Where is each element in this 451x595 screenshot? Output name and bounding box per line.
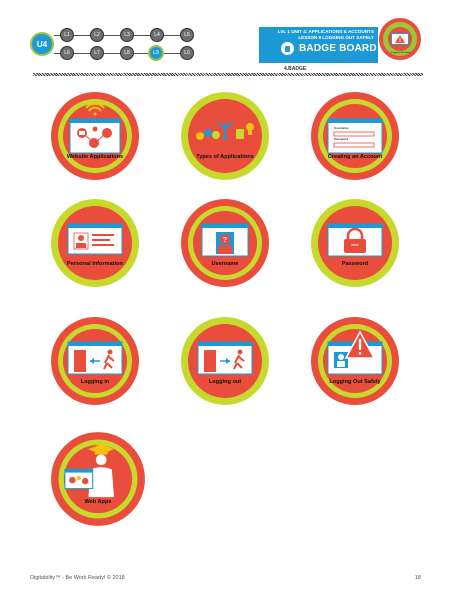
header-divider [33, 73, 423, 76]
badge-label: Password [341, 261, 369, 267]
badge-label: Types of Applications [196, 154, 254, 160]
badge-creating-an-account[interactable]: Username Password Creating an Account [310, 91, 400, 181]
badge-label: Logging in [80, 379, 110, 385]
unit-badge[interactable]: U4 [30, 32, 54, 56]
badge-personal-information[interactable]: Personal Information [50, 198, 140, 288]
badge-logging-out-safely[interactable]: Logging Out Safely [310, 316, 400, 406]
document-icon [281, 42, 294, 55]
username-icon: ? [181, 199, 269, 287]
badge-label: Personal Information [67, 261, 123, 267]
badge-types-of-applications[interactable]: Types of Applications [180, 91, 270, 181]
lesson-l5[interactable]: L5 [180, 28, 194, 42]
svg-text:?: ? [223, 237, 227, 244]
logging-in-icon [51, 317, 139, 405]
logging-out-safely-icon [311, 317, 399, 405]
lesson-l8[interactable]: L8 [120, 46, 134, 60]
badge-label: Logging Out Safely [329, 379, 381, 385]
personal-information-icon [51, 199, 139, 287]
badge-web-apps[interactable]: Web Apps [50, 431, 146, 527]
password-field-label: Password [334, 137, 349, 141]
lesson-l6[interactable]: L6 [60, 46, 74, 60]
lesson-l7[interactable]: L7 [90, 46, 104, 60]
badge-label: Website Applications [66, 154, 124, 160]
lesson-l2[interactable]: L2 [90, 28, 104, 42]
lesson-l0[interactable]: L0 [180, 46, 194, 60]
badge-password[interactable]: **** Password [310, 198, 400, 288]
badge-label: Web Apps [84, 499, 112, 505]
logging-out-icon [181, 317, 269, 405]
page-number: 18 [414, 575, 421, 581]
lesson-l3[interactable]: L3 [120, 28, 134, 42]
username-field-label: Username [334, 126, 349, 130]
creating-account-icon [311, 92, 399, 180]
footer-copyright: Digitability™ - Be Work Ready! © 2018 [30, 575, 125, 581]
board-title: BADGE BOARD [299, 43, 377, 54]
badge-logging-in[interactable]: Logging in [50, 316, 140, 406]
lesson-l4[interactable]: L4 [150, 28, 164, 42]
types-of-applications-icon [181, 92, 269, 180]
badge-label: Creating an Account [327, 154, 383, 160]
badge-label: Username [211, 261, 239, 267]
badge-username[interactable]: ? Username [180, 198, 270, 288]
badge-website-applications[interactable]: Website Applications [50, 91, 140, 181]
lesson-l9-current[interactable]: L9 [148, 45, 164, 61]
header-title-block: LVL 1 UNIT 4: APPLICATIONS & ACCOUNTS LE… [259, 27, 378, 63]
lesson-badge-label: Logging Out Safely [390, 52, 412, 54]
website-applications-icon [51, 92, 139, 180]
lesson-navigator: U4 L1 L2 L3 L4 L5 L6 L7 L8 L9 L0 [30, 26, 195, 62]
lesson-l1[interactable]: L1 [60, 28, 74, 42]
badge-label: Logging out [208, 379, 242, 385]
password-icon: **** [311, 199, 399, 287]
badge-code: 4.BADGE [284, 66, 307, 72]
badge-logging-out[interactable]: Logging out [180, 316, 270, 406]
web-apps-icon [51, 432, 145, 526]
warning-window-icon [391, 33, 409, 45]
svg-text:****: **** [351, 244, 359, 250]
badge-board-heading: BADGE BOARD [281, 41, 377, 56]
